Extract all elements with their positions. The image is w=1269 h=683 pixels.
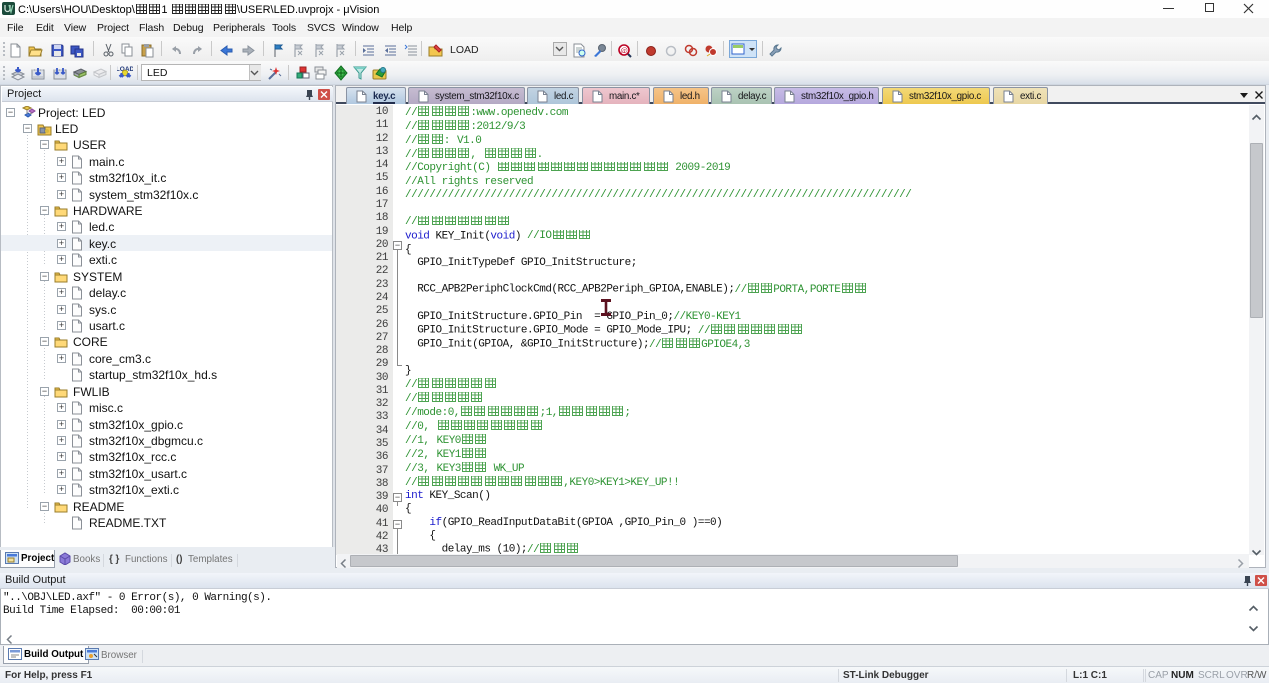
svg-text:@: @ (620, 46, 627, 55)
